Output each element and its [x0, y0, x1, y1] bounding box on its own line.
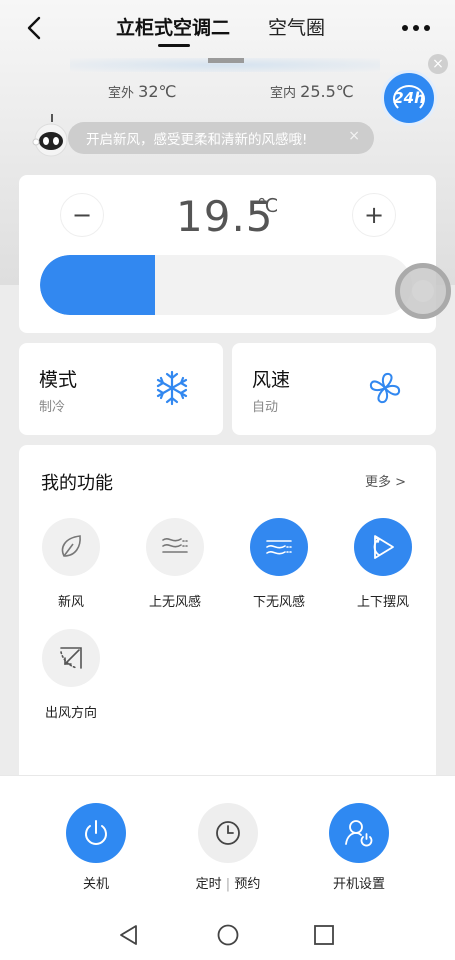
- timer-label: 定时 | 预约: [178, 873, 278, 892]
- mode-value: 制冷: [39, 400, 66, 415]
- nav-back-icon[interactable]: [116, 922, 142, 948]
- timer-button[interactable]: [198, 803, 258, 863]
- indoor-temperature: 室内 25.5℃: [270, 82, 354, 101]
- startup-settings-action[interactable]: 开机设置: [309, 803, 409, 893]
- swing-icon: [373, 535, 394, 559]
- more-dot: [424, 25, 430, 31]
- timer-label-a: 定时: [195, 877, 222, 892]
- function-lower-no-wind[interactable]: 下无风感: [234, 518, 324, 618]
- functions-more-link[interactable]: 更多 >: [365, 471, 406, 490]
- temperature-unit: ℃: [257, 195, 279, 217]
- function-upper-no-wind-button[interactable]: [146, 518, 204, 576]
- function-fresh-air[interactable]: 新风: [26, 518, 116, 618]
- fan-title: 风速: [252, 369, 291, 391]
- mode-card[interactable]: 模式 制冷: [19, 343, 223, 435]
- clock-icon: [216, 821, 240, 845]
- temperature-slider-fill: [40, 255, 155, 315]
- temperature-decrease-button[interactable]: −: [60, 193, 104, 237]
- nav-home-icon[interactable]: [215, 922, 241, 948]
- leaf-icon: [61, 535, 81, 557]
- fan-speed-card[interactable]: 风速 自动: [232, 343, 436, 435]
- service-badge-label: 24h: [393, 89, 425, 107]
- fan-icon: [369, 372, 401, 404]
- function-vertical-swing-button[interactable]: [354, 518, 412, 576]
- wind-down-icon: [266, 540, 292, 555]
- timer-action[interactable]: 定时 | 预约: [178, 803, 278, 893]
- power-icon: [85, 820, 107, 845]
- function-wind-direction-button[interactable]: [42, 629, 100, 687]
- timer-separator: |: [225, 877, 231, 892]
- close-icon[interactable]: ×: [428, 54, 448, 74]
- tab-air-conditioner[interactable]: 立柜式空调二: [116, 15, 230, 41]
- wind-up-icon: [162, 538, 188, 553]
- outdoor-label: 室外: [108, 86, 135, 101]
- nav-recents-icon[interactable]: [311, 922, 337, 948]
- function-vertical-swing[interactable]: 上下摆风: [338, 518, 428, 618]
- functions-title: 我的功能: [41, 473, 113, 494]
- more-dot: [413, 25, 419, 31]
- function-lower-no-wind-button[interactable]: [250, 518, 308, 576]
- notice-close-icon[interactable]: ×: [348, 128, 360, 144]
- device-illustration: [208, 58, 244, 63]
- temperature-increase-button[interactable]: +: [352, 193, 396, 237]
- user-power-icon: [345, 820, 373, 847]
- mode-title: 模式: [39, 369, 78, 391]
- slider-handle[interactable]: [395, 263, 451, 319]
- functions-card: 我的功能 更多 > 新风 上无风感 下无风感 上下摆风 出风方向: [19, 445, 436, 775]
- startup-settings-button[interactable]: [329, 803, 389, 863]
- fresh-air-notice[interactable]: 开启新风，感受更柔和清新的风感哦! ×: [68, 122, 374, 154]
- back-button[interactable]: [18, 12, 50, 44]
- function-label: 下无风感: [252, 595, 305, 610]
- function-fresh-air-button[interactable]: [42, 518, 100, 576]
- startup-settings-label: 开机设置: [332, 877, 385, 892]
- more-button[interactable]: [396, 14, 436, 42]
- function-label: 新风: [57, 595, 84, 610]
- header: 立柜式空调二 空气圈: [0, 0, 455, 58]
- power-button[interactable]: [66, 803, 126, 863]
- temperature-card: − 19.5 ℃ +: [19, 175, 436, 333]
- function-label: 上下摆风: [356, 595, 409, 610]
- function-upper-no-wind[interactable]: 上无风感: [130, 518, 220, 618]
- fan-value: 自动: [252, 400, 279, 415]
- customer-service-button[interactable]: 24h: [381, 70, 437, 126]
- outdoor-value: 32℃: [138, 82, 177, 101]
- chevron-left-icon: [27, 16, 41, 40]
- power-label: 关机: [82, 877, 109, 892]
- system-navigation-bar: [0, 910, 455, 960]
- snowflake-icon: [156, 370, 188, 406]
- tab-underline: [158, 44, 190, 47]
- notice-text: 开启新风，感受更柔和清新的风感哦!: [86, 132, 308, 148]
- indoor-label: 室内: [270, 86, 297, 101]
- timer-label-b: 预约: [234, 877, 261, 892]
- temperature-slider[interactable]: [40, 255, 412, 315]
- power-action[interactable]: 关机: [46, 803, 146, 893]
- tab-air-circle[interactable]: 空气圈: [268, 15, 325, 41]
- function-label: 出风方向: [44, 706, 97, 721]
- direction-icon: [60, 647, 82, 669]
- robot-assistant-icon[interactable]: [28, 112, 74, 158]
- indoor-value: 25.5℃: [300, 82, 354, 101]
- outdoor-temperature: 室外 32℃: [108, 82, 176, 101]
- function-wind-direction[interactable]: 出风方向: [26, 629, 116, 729]
- more-dots-icon: [402, 25, 408, 31]
- function-label: 上无风感: [148, 595, 201, 610]
